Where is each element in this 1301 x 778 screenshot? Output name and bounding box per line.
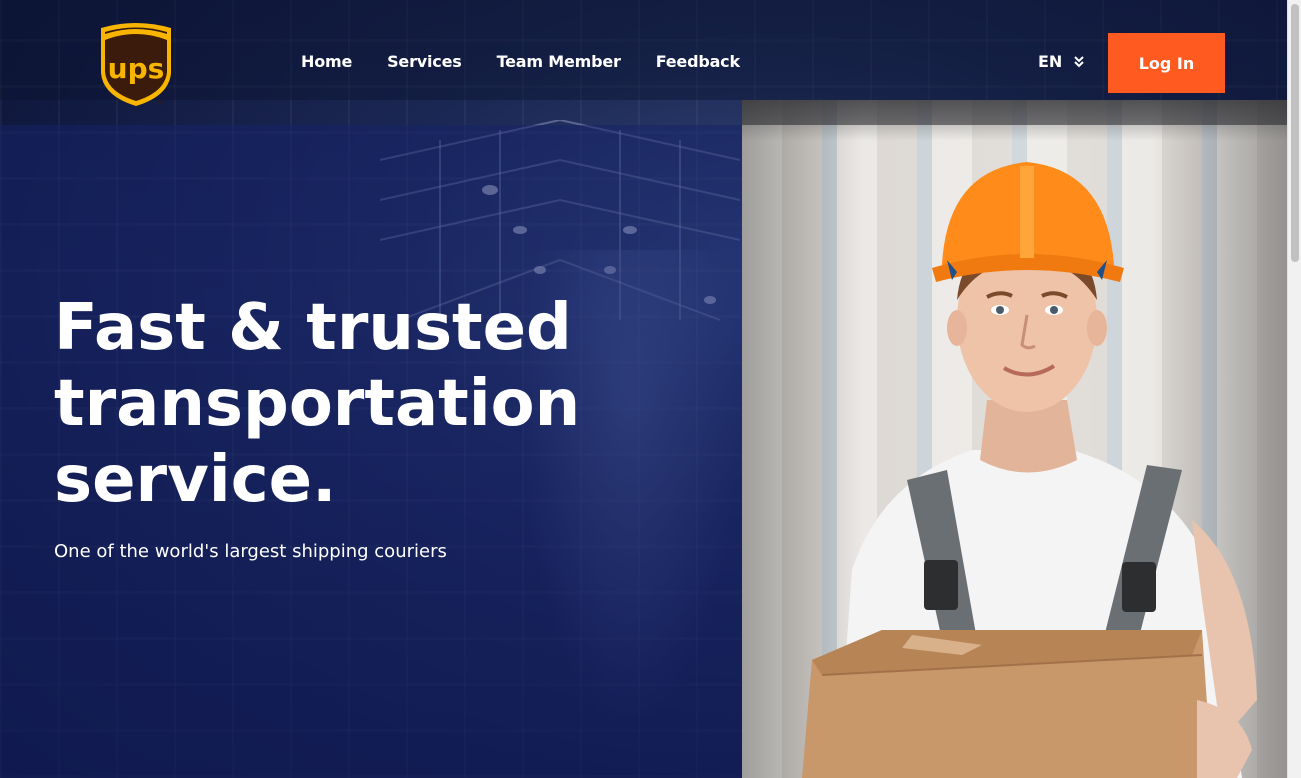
header-background (0, 0, 1287, 100)
hero-title-line-3: service. (54, 443, 337, 517)
hero-title-line-1: Fast & trusted (54, 291, 572, 365)
main-nav: Home Services Team Member Feedback (301, 52, 775, 71)
site-header: ups ® Home Services Team Member Feedback… (0, 0, 1287, 125)
language-selector[interactable]: EN (1038, 52, 1086, 71)
login-button[interactable]: Log In (1108, 33, 1225, 93)
delivery-worker-image (802, 162, 1257, 778)
nav-team-member-link[interactable]: Team Member (497, 52, 621, 71)
hero-subtitle: One of the world's largest shipping cour… (54, 541, 447, 562)
page: ups ® Home Services Team Member Feedback… (0, 0, 1301, 778)
hero-title-line-2: transportation (54, 367, 581, 441)
ups-shield-icon: ups ® (101, 23, 171, 107)
nav-feedback-link[interactable]: Feedback (656, 52, 740, 71)
double-chevron-down-icon (1074, 55, 1085, 67)
hero-title: Fast & trusted transportation service. (54, 290, 674, 518)
svg-text:®: ® (157, 99, 164, 107)
ups-logo[interactable]: ups ® (97, 18, 175, 108)
ups-logo-text: ups (108, 52, 165, 85)
scrollbar-thumb[interactable] (1291, 4, 1299, 262)
nav-services-link[interactable]: Services (387, 52, 462, 71)
nav-home-link[interactable]: Home (301, 52, 352, 71)
vertical-scrollbar[interactable] (1287, 0, 1301, 778)
language-label: EN (1038, 52, 1063, 71)
